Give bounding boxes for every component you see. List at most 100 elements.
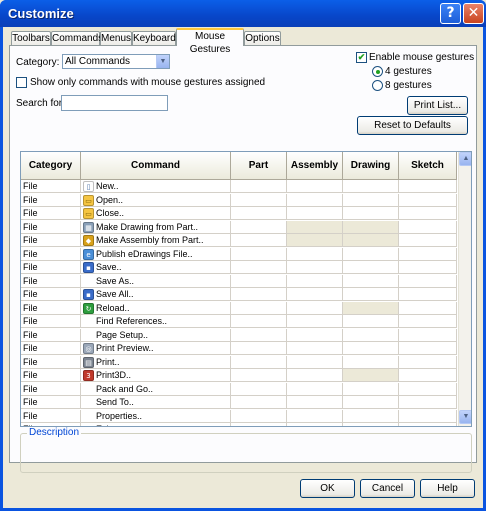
column-header-drawing[interactable]: Drawing [343,152,399,180]
cell-gesture-part[interactable] [231,288,287,301]
cell-gesture-sketch[interactable] [399,409,457,423]
cell-gesture-drawing[interactable] [343,274,399,288]
cell-gesture-assembly[interactable] [287,409,343,423]
table-row[interactable]: File Page Setup.. [21,328,457,342]
tab-keyboard[interactable]: Keyboard [132,31,176,46]
chevron-down-icon[interactable]: ▼ [156,55,169,68]
cell-gesture-part[interactable] [231,274,287,288]
enable-gestures-checkbox[interactable]: ✔ [356,52,367,63]
cell-gesture-assembly[interactable] [287,369,343,382]
cell-gesture-assembly[interactable] [287,247,343,261]
cell-gesture-drawing[interactable] [343,180,399,193]
cell-gesture-part[interactable] [231,234,287,247]
cell-gesture-sketch[interactable] [399,382,457,396]
cell-gesture-sketch[interactable] [399,180,457,193]
cell-gesture-drawing[interactable] [343,288,399,301]
table-row[interactable]: File ▭ Close.. [21,207,457,220]
cell-gesture-assembly[interactable] [287,180,343,193]
cell-gesture-assembly[interactable] [287,234,343,247]
show-only-checkbox[interactable] [16,77,27,88]
cell-gesture-drawing[interactable] [343,382,399,396]
cell-gesture-drawing[interactable] [343,301,399,315]
table-row[interactable]: File ◎ Print Preview.. [21,342,457,355]
cell-gesture-part[interactable] [231,409,287,423]
cell-gesture-drawing[interactable] [343,369,399,382]
cell-gesture-part[interactable] [231,261,287,274]
close-title-button[interactable]: ✕ [463,3,484,24]
column-header-command[interactable]: Command [81,152,231,180]
cell-gesture-assembly[interactable] [287,261,343,274]
table-row[interactable]: File ▦ Make Drawing from Part.. [21,220,457,234]
cell-gesture-sketch[interactable] [399,355,457,369]
cell-gesture-sketch[interactable] [399,288,457,301]
ok-button[interactable]: OK [300,479,355,498]
search-input[interactable] [61,95,168,111]
cell-gesture-sketch[interactable] [399,328,457,342]
cell-gesture-assembly[interactable] [287,288,343,301]
table-row[interactable]: File ▭ Open.. [21,193,457,207]
table-row[interactable]: File ▤ Print.. [21,355,457,369]
cell-gesture-part[interactable] [231,342,287,355]
cell-gesture-sketch[interactable] [399,423,457,426]
cell-gesture-part[interactable] [231,369,287,382]
tab-options[interactable]: Options [244,31,281,46]
cell-gesture-drawing[interactable] [343,261,399,274]
grid-vertical-scrollbar[interactable]: ▲ ▼ [458,152,471,426]
cell-gesture-drawing[interactable] [343,193,399,207]
cell-gesture-sketch[interactable] [399,207,457,220]
cell-gesture-drawing[interactable] [343,315,399,328]
cell-gesture-drawing[interactable] [343,328,399,342]
cell-gesture-drawing[interactable] [343,423,399,426]
tab-commands[interactable]: Commands [51,31,103,46]
print-list-button[interactable]: Print List... [407,96,468,115]
cell-gesture-part[interactable] [231,207,287,220]
help-title-button[interactable]: ? [440,3,461,24]
cell-gesture-assembly[interactable] [287,301,343,315]
column-header-sketch[interactable]: Sketch [399,152,457,180]
table-row[interactable]: File Save As.. [21,274,457,288]
cell-gesture-sketch[interactable] [399,247,457,261]
table-row[interactable]: File ▪ Save All.. [21,288,457,301]
cell-gesture-part[interactable] [231,396,287,409]
cell-gesture-drawing[interactable] [343,247,399,261]
help-button[interactable]: Help [420,479,475,498]
table-row[interactable]: File ↻ Reload.. [21,301,457,315]
cell-gesture-sketch[interactable] [399,193,457,207]
cell-gesture-part[interactable] [231,180,287,193]
table-row[interactable]: File e Publish eDrawings File.. [21,247,457,261]
cell-gesture-drawing[interactable] [343,355,399,369]
cell-gesture-part[interactable] [231,301,287,315]
table-row[interactable]: FileExit.. [21,423,457,426]
cell-gesture-sketch[interactable] [399,234,457,247]
cell-gesture-assembly[interactable] [287,355,343,369]
cell-gesture-sketch[interactable] [399,396,457,409]
reset-to-defaults-button[interactable]: Reset to Defaults [357,116,468,135]
table-row[interactable]: File ▪ Save.. [21,261,457,274]
cell-gesture-part[interactable] [231,315,287,328]
radio-8-gestures[interactable] [372,80,383,91]
cell-gesture-drawing[interactable] [343,207,399,220]
cell-gesture-assembly[interactable] [287,396,343,409]
cell-gesture-assembly[interactable] [287,423,343,426]
cell-gesture-part[interactable] [231,355,287,369]
cell-gesture-sketch[interactable] [399,274,457,288]
cell-gesture-drawing[interactable] [343,220,399,234]
cell-gesture-assembly[interactable] [287,342,343,355]
cell-gesture-part[interactable] [231,247,287,261]
cell-gesture-part[interactable] [231,423,287,426]
table-row[interactable]: File Pack and Go.. [21,382,457,396]
column-header-part[interactable]: Part [231,152,287,180]
cell-gesture-assembly[interactable] [287,220,343,234]
cell-gesture-sketch[interactable] [399,220,457,234]
tab-toolbars[interactable]: Toolbars [11,31,51,46]
table-row[interactable]: File ◆ Make Assembly from Part.. [21,234,457,247]
cell-gesture-assembly[interactable] [287,328,343,342]
tab-menus[interactable]: Menus [100,31,132,46]
tab-mouse-gestures[interactable]: Mouse Gestures [176,28,244,55]
cell-gesture-sketch[interactable] [399,342,457,355]
cell-gesture-sketch[interactable] [399,369,457,382]
cell-gesture-drawing[interactable] [343,342,399,355]
cell-gesture-part[interactable] [231,220,287,234]
cell-gesture-part[interactable] [231,382,287,396]
cell-gesture-part[interactable] [231,328,287,342]
